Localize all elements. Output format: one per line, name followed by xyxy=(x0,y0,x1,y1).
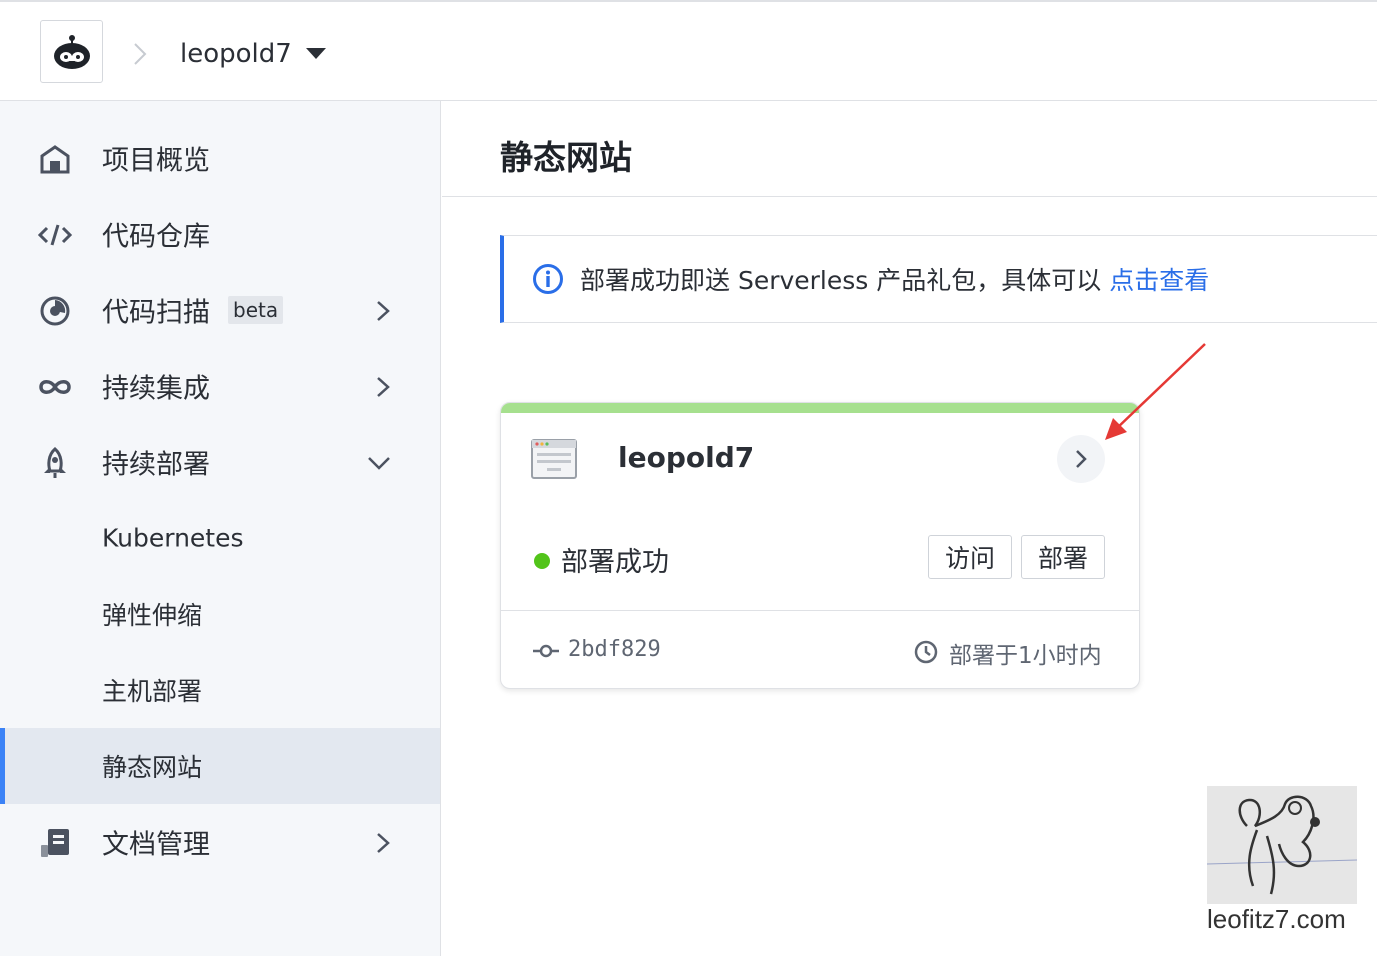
beta-badge: beta xyxy=(228,296,284,324)
sidebar-subitem-host-deploy[interactable]: 主机部署 xyxy=(0,652,440,728)
sidebar-item-label: 持续集成 xyxy=(102,373,210,405)
sidebar-item-label: 弹性伸缩 xyxy=(102,601,203,630)
notice-text: 部署成功即送 Serverless 产品礼包，具体可以 xyxy=(580,266,1102,295)
document-icon xyxy=(38,826,72,860)
annotation-arrow-icon xyxy=(1105,343,1206,440)
notice-banner: 部署成功即送 Serverless 产品礼包，具体可以 点击查看 xyxy=(500,235,1377,323)
sidebar-item-cd[interactable]: 持续部署 xyxy=(0,424,440,500)
sidebar-subitem-static-site[interactable]: 静态网站 xyxy=(0,728,440,804)
rocket-icon xyxy=(38,446,72,480)
sidebar-item-label: 静态网站 xyxy=(102,753,203,782)
sidebar-item-label: 代码仓库 xyxy=(102,221,210,253)
sidebar-subitem-autoscaling[interactable]: 弹性伸缩 xyxy=(0,576,440,652)
site-thumbnail-icon xyxy=(531,439,577,479)
status-dot xyxy=(534,553,550,569)
site-name: leopold7 xyxy=(618,441,755,474)
clock-icon xyxy=(914,640,938,664)
sidebar-item-label: 文档管理 xyxy=(102,829,210,861)
coding-monkey-logo-icon[interactable] xyxy=(40,20,103,83)
sidebar-item-label: 主机部署 xyxy=(102,677,203,706)
divider xyxy=(501,610,1139,611)
sidebar-item-overview[interactable]: 项目概览 xyxy=(0,120,440,196)
breadcrumb-separator-icon xyxy=(134,43,147,65)
deployed-time: 部署于1小时内 xyxy=(949,643,1102,669)
code-icon xyxy=(38,218,72,252)
project-switcher[interactable]: leopold7 xyxy=(180,32,326,76)
page-title: 静态网站 xyxy=(500,138,632,177)
chevron-right-icon xyxy=(377,833,390,853)
sidebar-subitem-kubernetes[interactable]: Kubernetes xyxy=(0,500,440,576)
infinity-icon xyxy=(38,370,72,404)
sidebar-item-docs[interactable]: 文档管理 xyxy=(0,804,440,880)
deploy-status: 部署成功 xyxy=(561,547,669,578)
sidebar-item-ci[interactable]: 持续集成 xyxy=(0,348,440,424)
sidebar-item-code-repo[interactable]: 代码仓库 xyxy=(0,196,440,272)
commit-icon xyxy=(533,644,559,658)
scan-icon xyxy=(38,294,72,328)
top-bar: leopold7 xyxy=(0,0,1377,101)
watermark-text: leofitz7.com xyxy=(1207,904,1346,934)
home-icon xyxy=(38,142,72,176)
sidebar-item-label: 代码扫描 xyxy=(102,297,210,329)
chevron-right-icon xyxy=(1076,450,1087,468)
info-icon xyxy=(533,264,563,294)
chevron-right-icon xyxy=(377,301,390,321)
sidebar: 项目概览 代码仓库 代码扫描 beta 持续集成 持续部署 Kubernetes… xyxy=(0,101,441,956)
watermark: leofitz7.com xyxy=(1206,786,1358,946)
static-site-card[interactable]: leopold7 部署成功 访问 部署 2bdf829 部署于1小时内 xyxy=(500,402,1140,689)
deploy-button[interactable]: 部署 xyxy=(1021,535,1105,579)
chevron-down-icon xyxy=(368,457,390,470)
visit-button[interactable]: 访问 xyxy=(928,535,1012,579)
divider xyxy=(442,196,1377,197)
sidebar-item-code-scan[interactable]: 代码扫描 beta xyxy=(0,272,440,348)
commit-hash[interactable]: 2bdf829 xyxy=(568,637,661,662)
card-status-strip xyxy=(501,403,1139,413)
caret-down-icon xyxy=(305,48,326,59)
project-name: leopold7 xyxy=(180,39,292,69)
dog-sketch-logo xyxy=(1206,786,1358,904)
sidebar-item-label: 项目概览 xyxy=(102,145,210,177)
sidebar-item-label: Kubernetes xyxy=(102,523,244,553)
notice-link[interactable]: 点击查看 xyxy=(1109,261,1209,297)
chevron-right-icon xyxy=(377,377,390,397)
sidebar-item-label: 持续部署 xyxy=(102,449,210,481)
